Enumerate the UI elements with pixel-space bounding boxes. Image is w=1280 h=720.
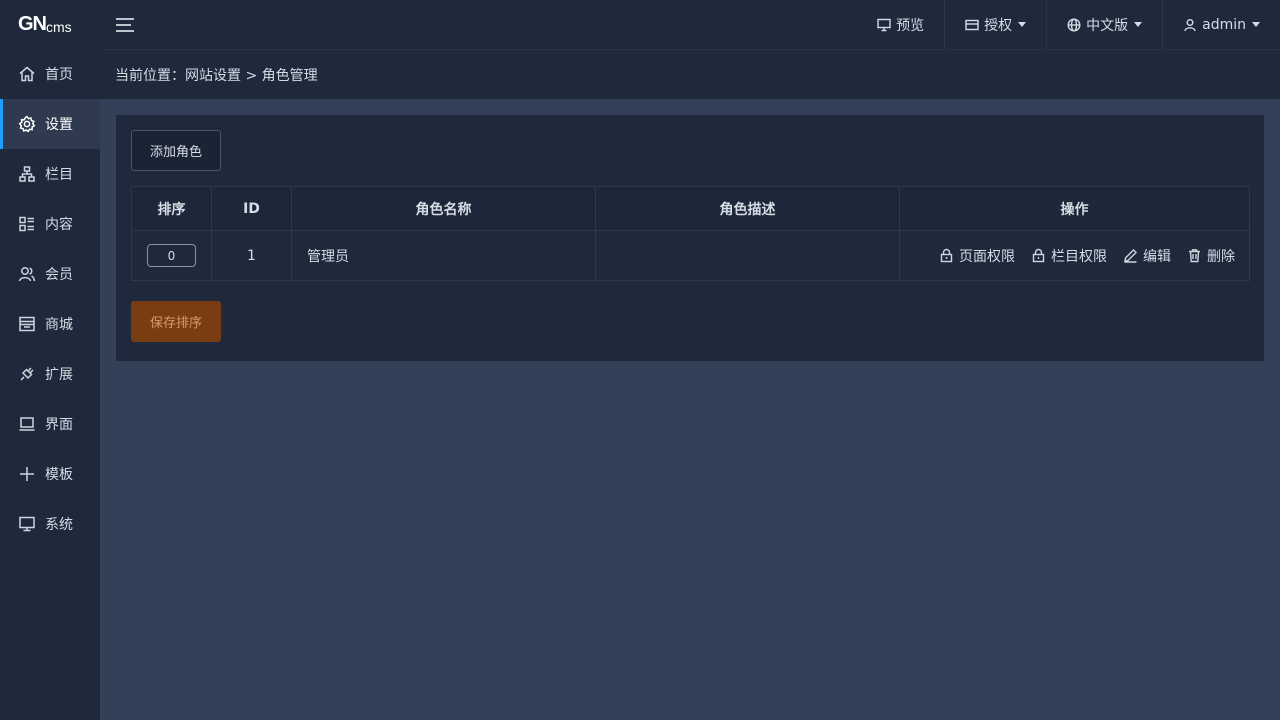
sidebar: GN cms 首页 设置 栏目 内容 会员 商城 扩展 界面 模板 系统 <box>0 0 100 720</box>
description-cell <box>595 230 900 281</box>
breadcrumb-text: 当前位置：网站设置 > 角色管理 <box>115 67 318 84</box>
sidebar-item-columns[interactable]: 栏目 <box>0 149 100 199</box>
chevron-down-icon <box>1134 22 1143 27</box>
language-dropdown[interactable]: 中文版 <box>1046 0 1162 49</box>
preview-button[interactable]: 预览 <box>857 0 944 49</box>
column-permission-label: 栏目权限 <box>1051 248 1107 265</box>
lock-icon <box>1031 248 1046 263</box>
column-header-name: 角色名称 <box>291 186 596 231</box>
sidebar-item-settings[interactable]: 设置 <box>0 99 100 149</box>
table-header-row: 排序 ID 角色名称 角色描述 操作 <box>131 186 1250 231</box>
sidebar-item-system[interactable]: 系统 <box>0 499 100 549</box>
actions-cell: 页面权限 栏目权限 编辑 删除 <box>899 230 1250 281</box>
sidebar-item-label: 扩展 <box>45 367 73 383</box>
table-row: 1 管理员 页面权限 栏目权限 <box>131 230 1250 281</box>
sidebar-item-members[interactable]: 会员 <box>0 249 100 299</box>
card-icon <box>965 18 979 32</box>
globe-icon <box>1067 17 1081 32</box>
edit-link[interactable]: 编辑 <box>1123 246 1171 266</box>
role-panel: 添加角色 排序 ID 角色名称 角色描述 操作 1 管理员 <box>116 115 1264 361</box>
user-dropdown[interactable]: admin <box>1162 0 1280 49</box>
sidebar-item-label: 商城 <box>45 317 73 333</box>
sidebar-item-shop[interactable]: 商城 <box>0 299 100 349</box>
edit-label: 编辑 <box>1143 248 1171 265</box>
sidebar-item-label: 首页 <box>45 67 73 83</box>
sidebar-item-label: 模板 <box>45 467 73 483</box>
logo[interactable]: GN cms <box>0 0 100 49</box>
name-cell: 管理员 <box>291 230 596 281</box>
save-sort-button[interactable]: 保存排序 <box>131 301 221 342</box>
license-label: 授权 <box>984 17 1013 34</box>
header-actions: 预览 授权 中文版 admin <box>857 0 1280 49</box>
user-icon <box>1183 18 1197 32</box>
sidebar-item-templates[interactable]: 模板 <box>0 449 100 499</box>
top-header: 预览 授权 中文版 admin <box>100 0 1280 49</box>
sidebar-item-label: 内容 <box>45 217 73 233</box>
store-icon <box>18 315 36 333</box>
users-icon <box>18 265 36 283</box>
chevron-down-icon <box>1018 22 1027 27</box>
logo-text-big: GN <box>18 13 47 35</box>
breadcrumb: 当前位置：网站设置 > 角色管理 <box>100 49 1280 99</box>
role-table: 排序 ID 角色名称 角色描述 操作 1 管理员 页面权 <box>131 186 1250 281</box>
monitor-icon <box>18 515 36 533</box>
plus-icon <box>18 465 36 483</box>
sitemap-icon <box>18 165 36 183</box>
license-dropdown[interactable]: 授权 <box>944 0 1046 49</box>
plugin-icon <box>18 365 36 383</box>
chevron-down-icon <box>1252 22 1260 27</box>
sort-input[interactable] <box>147 244 196 267</box>
sidebar-item-label: 系统 <box>45 517 73 533</box>
column-header-sort: 排序 <box>131 186 212 231</box>
sidebar-item-extensions[interactable]: 扩展 <box>0 349 100 399</box>
pencil-icon <box>1123 248 1138 263</box>
column-header-id: ID <box>211 186 292 231</box>
sidebar-item-label: 会员 <box>45 267 73 283</box>
sidebar-item-content[interactable]: 内容 <box>0 199 100 249</box>
id-cell: 1 <box>211 230 292 281</box>
delete-label: 删除 <box>1207 248 1235 265</box>
home-icon <box>18 65 36 83</box>
sidebar-item-label: 界面 <box>45 417 73 433</box>
column-header-actions: 操作 <box>899 186 1250 231</box>
menu-toggle-button[interactable] <box>100 0 150 49</box>
sidebar-item-interface[interactable]: 界面 <box>0 399 100 449</box>
page-permission-link[interactable]: 页面权限 <box>939 246 1015 266</box>
laptop-icon <box>18 415 36 433</box>
trash-icon <box>1187 248 1202 263</box>
list-icon <box>18 215 36 233</box>
user-label: admin <box>1202 16 1246 33</box>
page-permission-label: 页面权限 <box>959 248 1015 265</box>
preview-label: 预览 <box>896 17 925 34</box>
sidebar-item-home[interactable]: 首页 <box>0 49 100 99</box>
lock-icon <box>939 248 954 263</box>
sidebar-item-label: 设置 <box>45 117 73 133</box>
language-label: 中文版 <box>1086 17 1129 34</box>
sort-cell <box>131 230 212 281</box>
column-header-description: 角色描述 <box>595 186 900 231</box>
add-role-button[interactable]: 添加角色 <box>131 130 221 171</box>
hamburger-icon <box>116 17 134 32</box>
monitor-icon <box>877 18 891 32</box>
column-permission-link[interactable]: 栏目权限 <box>1031 246 1107 266</box>
gear-icon <box>18 115 36 133</box>
sidebar-item-label: 栏目 <box>45 167 73 183</box>
logo-text-small: cms <box>46 18 72 35</box>
delete-link[interactable]: 删除 <box>1187 246 1235 266</box>
